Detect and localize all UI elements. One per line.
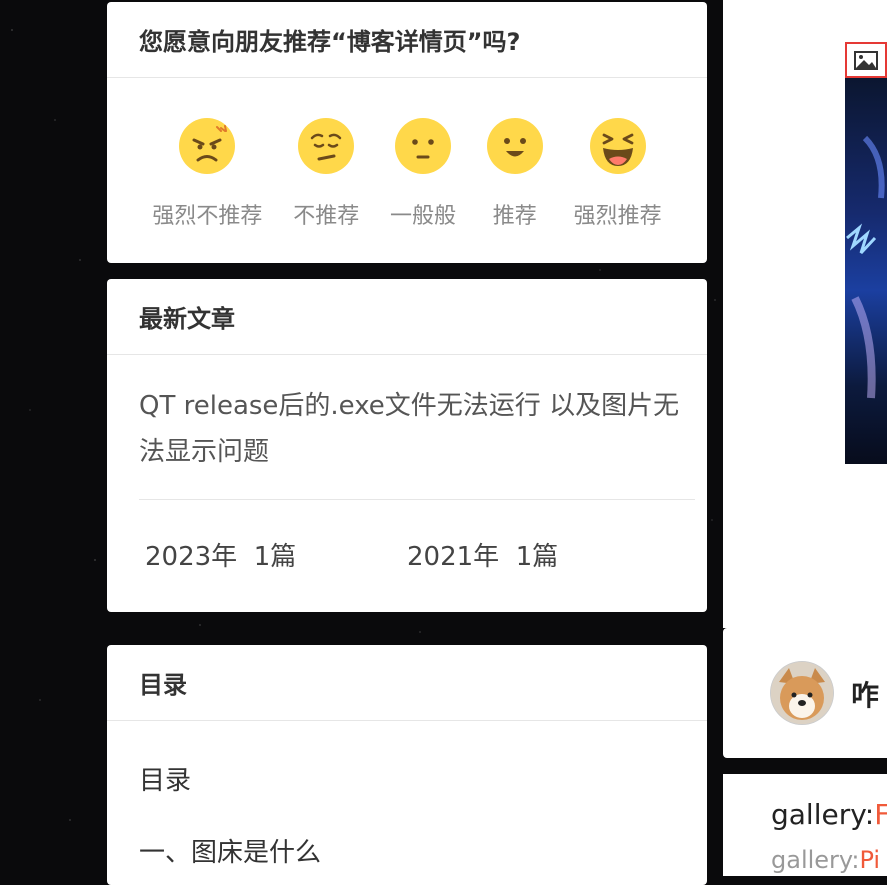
option-strongly-not-recommend[interactable]: 强烈不推荐	[152, 118, 262, 230]
recommend-options: 强烈不推荐 不推荐 一般般 推荐 强烈推荐	[107, 78, 707, 230]
toc-card: 目录 目录 一、图床是什么	[107, 645, 707, 885]
lightning-graphic	[846, 135, 885, 399]
archive-item-2023[interactable]: 2023年 1篇	[145, 536, 407, 573]
archive-item-2021[interactable]: 2021年 1篇	[407, 536, 669, 573]
image-icon	[854, 51, 878, 70]
archive-list: 2023年 1篇 2021年 1篇	[107, 500, 707, 573]
gallery-highlight: Pi	[859, 846, 881, 874]
option-label: 推荐	[492, 204, 537, 229]
post-image-panel	[723, 0, 887, 628]
author-card: 咋	[723, 628, 887, 758]
toc-item[interactable]: 一、图床是什么	[139, 837, 675, 869]
latest-title: 最新文章	[107, 279, 707, 355]
option-not-recommend[interactable]: 不推荐	[293, 118, 359, 230]
neutral-face-icon	[394, 118, 451, 174]
post-image-content	[845, 78, 887, 464]
smile-face-icon	[486, 118, 543, 174]
dog-avatar-icon	[771, 662, 833, 724]
option-label: 一般般	[389, 204, 456, 229]
option-strongly-recommend[interactable]: 强烈推荐	[574, 118, 662, 230]
toc-title: 目录	[107, 645, 707, 721]
broken-image-indicator	[845, 42, 887, 78]
gallery-highlight: F	[874, 798, 887, 831]
latest-article-link[interactable]: QT release后的.exe文件无法运行 以及图片无法显示问题	[139, 383, 695, 500]
archive-year: 2021年	[407, 542, 500, 572]
archive-year: 2023年	[145, 542, 238, 572]
post-image[interactable]	[845, 42, 887, 464]
recommend-card: 您愿意向朋友推荐“博客详情页”吗? 强烈不推荐 不推荐 一般般 推荐 强烈推荐	[107, 2, 707, 263]
option-label: 强烈推荐	[573, 204, 662, 229]
author-name[interactable]: 咋	[851, 674, 879, 714]
grinning-squint-face-icon	[589, 118, 646, 174]
angry-face-icon	[179, 118, 236, 174]
archive-count: 1篇	[253, 542, 297, 572]
gallery-line-1: gallery:F	[771, 798, 887, 831]
toc-list: 目录 一、图床是什么	[107, 721, 707, 869]
option-label: 不推荐	[293, 204, 360, 229]
author-avatar[interactable]	[771, 662, 833, 724]
recommend-title: 您愿意向朋友推荐“博客详情页”吗?	[107, 2, 707, 78]
gallery-prefix: gallery:	[771, 798, 875, 831]
archive-count: 1篇	[515, 542, 559, 572]
option-label: 强烈不推荐	[152, 204, 263, 229]
worried-face-icon	[298, 118, 355, 174]
gallery-prefix: gallery:	[771, 846, 860, 874]
gallery-line-2: gallery:Pi	[771, 846, 880, 874]
latest-articles-card: 最新文章 QT release后的.exe文件无法运行 以及图片无法显示问题 2…	[107, 279, 707, 612]
option-neutral[interactable]: 一般般	[390, 118, 456, 230]
toc-item[interactable]: 目录	[139, 765, 675, 797]
gallery-panel: gallery:F gallery:Pi	[723, 774, 887, 876]
option-recommend[interactable]: 推荐	[486, 118, 543, 230]
